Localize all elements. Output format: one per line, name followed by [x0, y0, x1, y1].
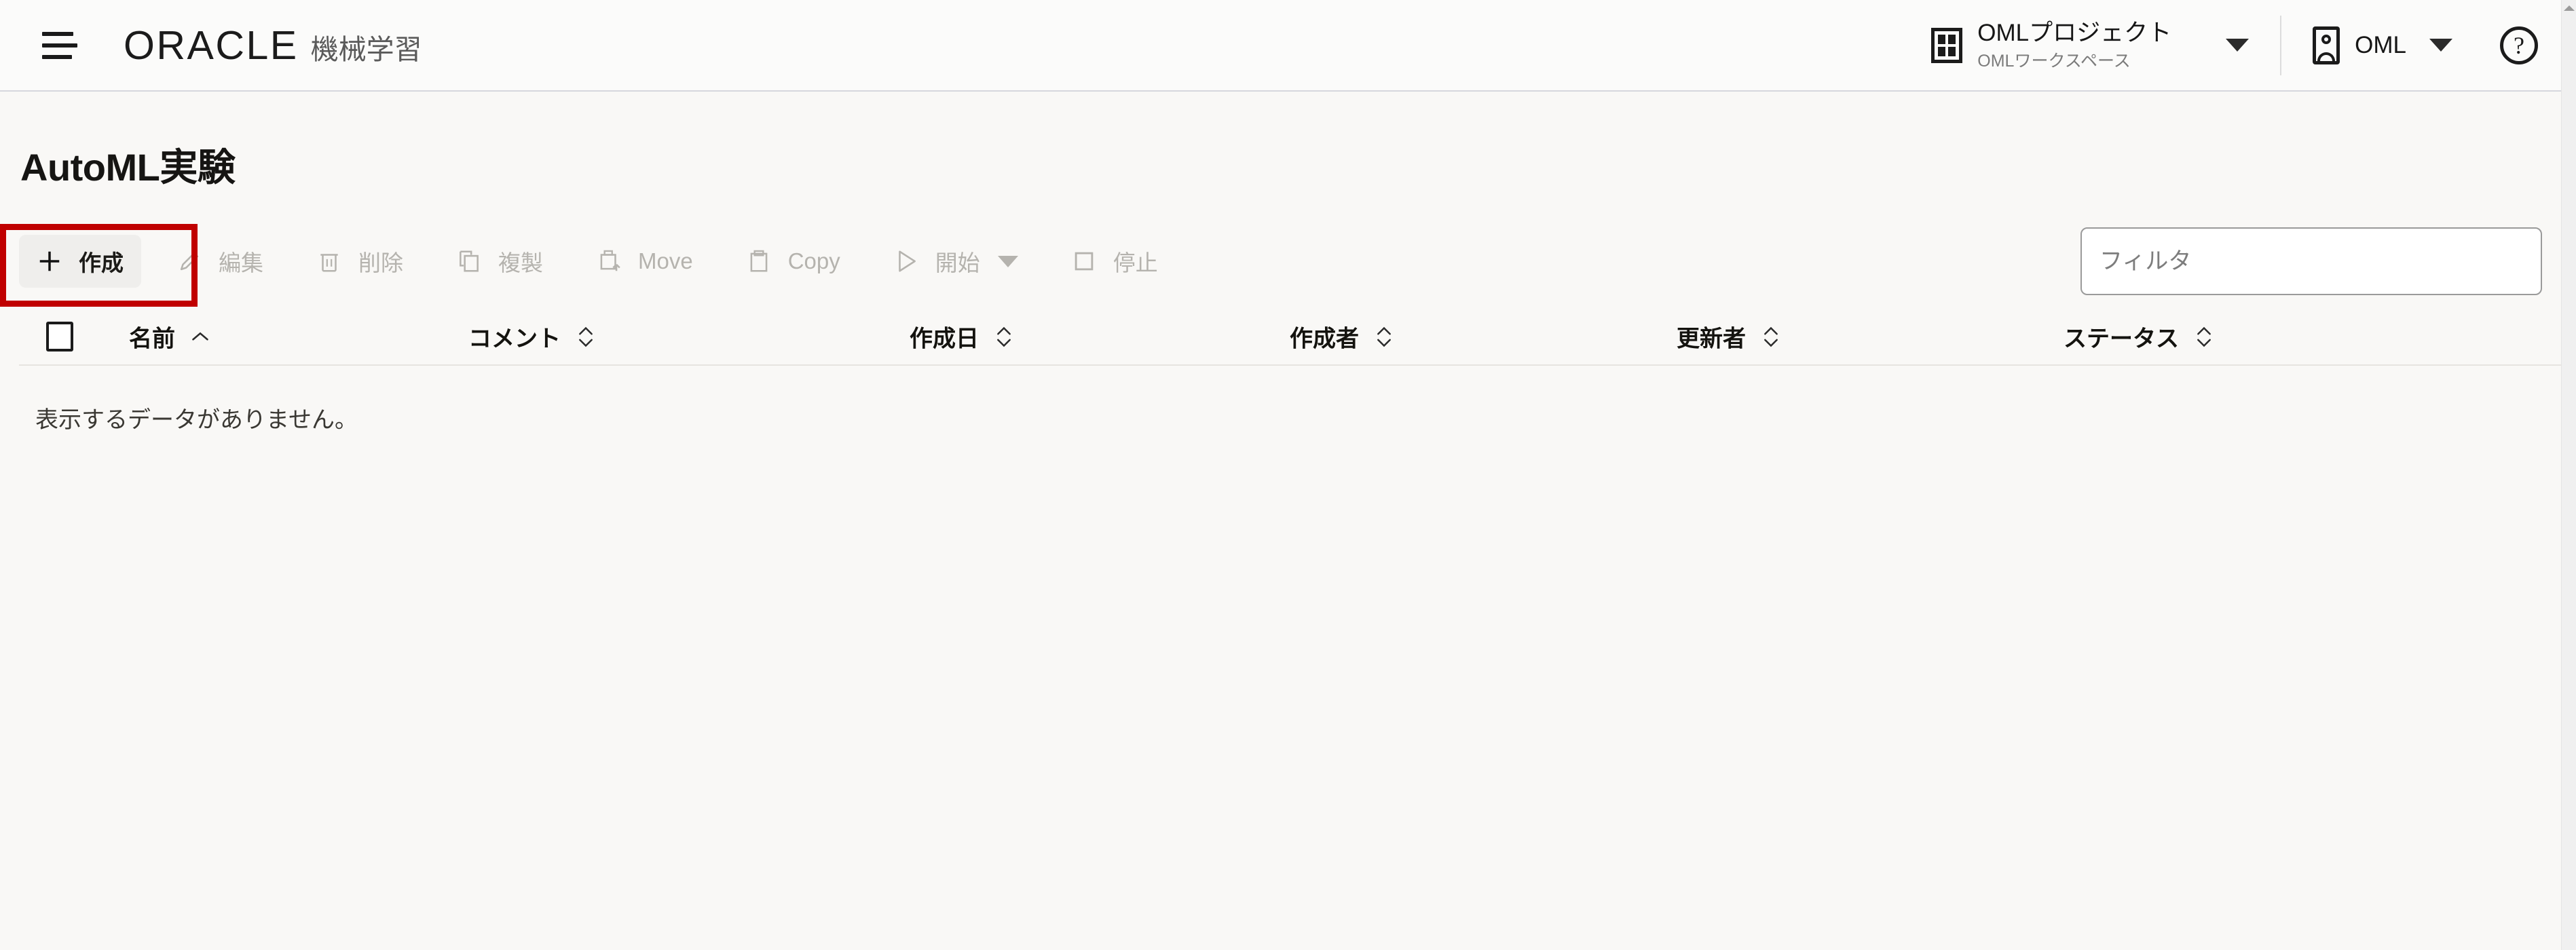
column-header-name-label: 名前 — [129, 320, 175, 354]
start-button[interactable]: 開始 — [876, 235, 1036, 288]
table-header-row: 名前 コメント 作成日 作成者 — [0, 307, 2561, 366]
create-button-label: 作成 — [79, 245, 124, 278]
brand-subtitle-text: 機械学習 — [311, 26, 422, 67]
duplicate-button-label: 複製 — [498, 245, 543, 278]
sort-toggle-icon[interactable] — [994, 324, 1014, 349]
user-menu[interactable]: OML — [2313, 26, 2406, 64]
trash-icon — [316, 248, 342, 274]
project-workspace: OMLワークスペース — [1977, 52, 2171, 71]
column-header-status-label: ステータス — [2064, 320, 2179, 354]
select-all-checkbox-cell — [46, 322, 73, 352]
user-name: OML — [2355, 32, 2406, 59]
grid-cell — [1948, 47, 1956, 56]
help-circle-icon[interactable]: ? — [2500, 26, 2538, 64]
person-icon — [2313, 26, 2340, 64]
sort-toggle-icon[interactable] — [2194, 324, 2214, 349]
edit-button[interactable]: 編集 — [159, 235, 281, 288]
edit-button-label: 編集 — [219, 245, 263, 278]
clipboard-icon — [746, 248, 772, 274]
start-dropdown-chevron-icon[interactable] — [998, 256, 1018, 267]
column-header-status[interactable]: ステータス — [2064, 320, 2214, 354]
sort-toggle-icon[interactable] — [1761, 324, 1781, 349]
toolbar-region: 作成 編集 削除 — [0, 221, 2561, 302]
column-header-updated-by[interactable]: 更新者 — [1677, 320, 1781, 354]
grid-cell — [1948, 35, 1956, 44]
plus-icon — [37, 248, 62, 274]
grid-icon — [1931, 28, 1962, 63]
column-header-updated-by-label: 更新者 — [1677, 320, 1746, 354]
table-empty-message: 表示するデータがありません。 — [0, 366, 2561, 434]
column-header-created-by[interactable]: 作成者 — [1290, 320, 1394, 354]
vertical-scrollbar[interactable] — [2561, 0, 2576, 950]
hamburger-line — [42, 55, 72, 59]
column-header-comment-label: コメント — [468, 320, 561, 354]
stop-button[interactable]: 停止 — [1053, 235, 1176, 288]
column-header-created-date-label: 作成日 — [910, 320, 979, 354]
move-button[interactable]: Move — [578, 235, 711, 288]
delete-button-label: 削除 — [358, 245, 403, 278]
hamburger-line — [42, 43, 77, 48]
user-chevron-down-icon[interactable] — [2429, 39, 2452, 52]
page-title: AutoML実験 — [20, 137, 2561, 192]
column-header-comment[interactable]: コメント — [468, 320, 596, 354]
application-root: ORACLE 機械学習 OMLプロジェクト OMLワークスペース — [0, 0, 2561, 950]
sort-toggle-icon[interactable] — [1374, 324, 1394, 349]
brand-oracle-text: ORACLE — [124, 22, 299, 69]
start-button-label: 開始 — [935, 245, 980, 278]
column-header-created-by-label: 作成者 — [1290, 320, 1359, 354]
scrollbar-caret-up-icon[interactable] — [2564, 5, 2575, 11]
hamburger-menu-icon[interactable] — [42, 28, 84, 63]
column-header-name[interactable]: 名前 — [129, 320, 210, 354]
grid-cell — [1938, 47, 1945, 56]
delete-button[interactable]: 削除 — [299, 235, 421, 288]
project-text-block: OMLプロジェクト OMLワークスペース — [1977, 20, 2171, 71]
sort-ascending-icon[interactable] — [190, 330, 210, 343]
project-chevron-down-icon[interactable] — [2226, 39, 2249, 52]
duplicate-icon — [456, 248, 482, 274]
global-header: ORACLE 機械学習 OMLプロジェクト OMLワークスペース — [0, 0, 2561, 92]
project-switcher[interactable]: OMLプロジェクト OMLワークスペース — [1924, 20, 2178, 71]
brand-logo[interactable]: ORACLE 機械学習 — [124, 22, 422, 69]
copy-button-label: Copy — [788, 248, 840, 274]
sort-toggle-icon[interactable] — [576, 324, 596, 349]
copy-button[interactable]: Copy — [728, 235, 858, 288]
select-all-checkbox[interactable] — [46, 322, 73, 352]
grid-cell — [1938, 35, 1945, 44]
project-name: OMLプロジェクト — [1977, 20, 2171, 47]
play-icon — [893, 248, 919, 274]
stop-button-label: 停止 — [1113, 245, 1158, 278]
column-header-created-date[interactable]: 作成日 — [910, 320, 1014, 354]
stop-icon — [1071, 248, 1097, 274]
hamburger-line — [42, 32, 73, 36]
move-icon — [596, 248, 622, 274]
create-button[interactable]: 作成 — [19, 235, 141, 288]
filter-input[interactable] — [2080, 227, 2542, 295]
header-divider — [2280, 16, 2281, 75]
duplicate-button[interactable]: 複製 — [438, 235, 561, 288]
pencil-icon — [176, 248, 202, 274]
header-right-cluster: OMLプロジェクト OMLワークスペース OML ? — [1924, 0, 2561, 90]
move-button-label: Move — [638, 248, 693, 274]
